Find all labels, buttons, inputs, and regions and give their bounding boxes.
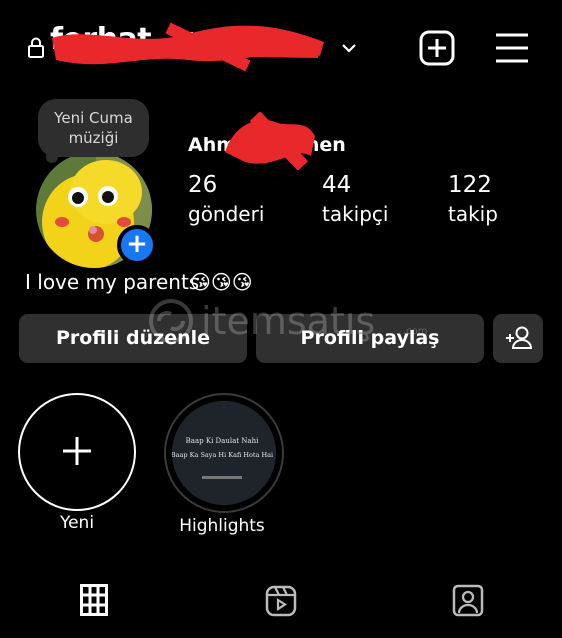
discover-people-button[interactable] bbox=[493, 314, 543, 363]
highlight-cover-line1: Baap Ki Daulat Nahi bbox=[186, 437, 259, 445]
posts-label[interactable]: gönderi bbox=[188, 202, 264, 226]
note-bubble-tail bbox=[46, 151, 58, 163]
bio-text: I love my parents bbox=[25, 270, 200, 294]
bio-emoji: 😘😘😘 bbox=[190, 270, 253, 294]
add-story-button[interactable]: + bbox=[117, 225, 157, 265]
highlight-cover-line2: Baap Ka Saya Hi Kafi Hota Hai bbox=[172, 451, 273, 459]
tagged-icon[interactable] bbox=[452, 583, 484, 617]
redaction-scribble bbox=[225, 112, 315, 170]
lock-icon bbox=[28, 36, 44, 58]
watermark-text: itemsatış bbox=[201, 299, 375, 343]
svg-text:Baap Ka Saya Hi Kafi Hota Hai: Baap Ka Saya Hi Kafi Hota Hai bbox=[172, 451, 273, 459]
new-highlight-label: Yeni bbox=[59, 513, 95, 533]
highlight-label: Highlights bbox=[179, 516, 265, 536]
redaction-scribble bbox=[52, 22, 324, 72]
plus-icon: + bbox=[126, 229, 148, 259]
note-text: Yeni Cuma müziği bbox=[54, 109, 133, 147]
followers-label[interactable]: takipçi bbox=[322, 202, 388, 226]
highlight-cover[interactable]: Baap Ki Daulat Nahi Baap Ka Saya Hi Kafi… bbox=[172, 401, 276, 505]
svg-text:Baap Ki Daulat Nahi: Baap Ki Daulat Nahi bbox=[186, 437, 259, 445]
watermark-domain: .com bbox=[403, 326, 428, 337]
followers-count[interactable]: 44 bbox=[322, 172, 351, 198]
grid-icon[interactable] bbox=[80, 584, 108, 616]
following-count[interactable]: 122 bbox=[448, 172, 492, 198]
hamburger-menu-icon[interactable] bbox=[494, 31, 530, 65]
svg-text:itemsatış: itemsatış bbox=[201, 299, 375, 343]
reels-icon[interactable] bbox=[265, 585, 297, 617]
plus-icon bbox=[18, 393, 136, 511]
chevron-down-icon[interactable] bbox=[340, 40, 358, 54]
add-post-icon[interactable] bbox=[419, 30, 455, 66]
watermark-logo: itemsatış .com bbox=[149, 299, 428, 343]
add-person-icon bbox=[506, 326, 533, 349]
svg-text:.com: .com bbox=[403, 326, 428, 337]
following-label[interactable]: takip bbox=[448, 202, 498, 226]
posts-count[interactable]: 26 bbox=[188, 172, 217, 198]
